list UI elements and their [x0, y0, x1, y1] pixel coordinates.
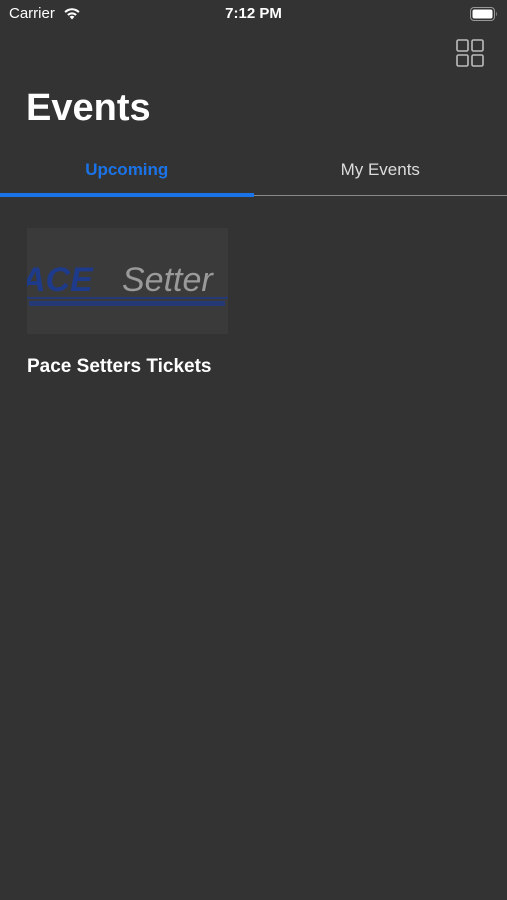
clock: 7:12 PM [225, 5, 282, 22]
tab-my-events[interactable]: My Events [253, 148, 507, 197]
grid-icon [456, 39, 484, 67]
event-image: ACE Setter [27, 228, 228, 334]
tab-my-events-divider [253, 195, 507, 196]
svg-text:Setter: Setter [122, 261, 214, 299]
event-title: Pace Setters Tickets [27, 356, 212, 377]
svg-text:ACE: ACE [27, 261, 94, 299]
tab-upcoming-label: Upcoming [85, 160, 169, 179]
status-bar: Carrier 7:12 PM [0, 0, 507, 28]
tab-bar: Upcoming My Events [0, 148, 507, 197]
tab-upcoming[interactable]: Upcoming [0, 148, 254, 197]
tab-upcoming-indicator [0, 193, 254, 197]
tab-my-events-label: My Events [340, 160, 420, 179]
pacesetters-logo: ACE Setter [27, 261, 228, 306]
battery-icon [470, 7, 497, 21]
page-title: Events [26, 87, 151, 129]
event-card[interactable]: ACE Setter Pace Setters Tickets [27, 228, 247, 378]
grid-view-button[interactable] [455, 38, 485, 68]
